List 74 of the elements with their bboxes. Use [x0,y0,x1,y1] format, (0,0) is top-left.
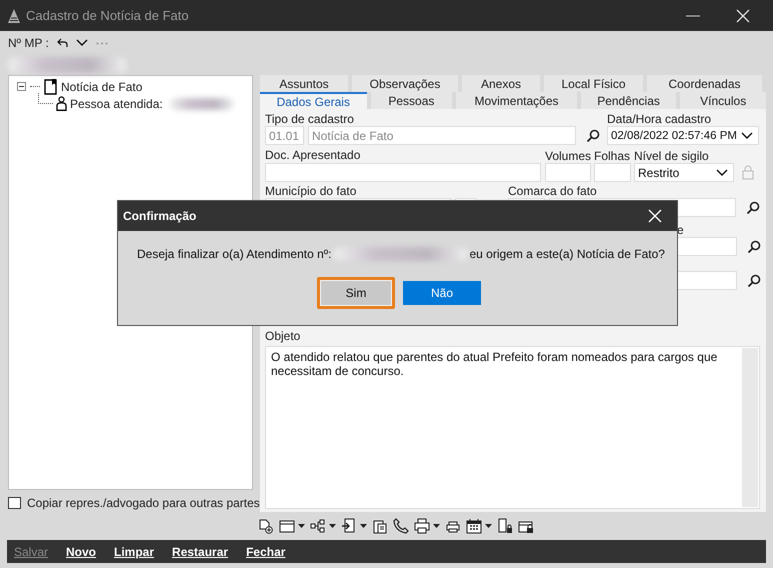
field-label: Nível de sigilo [634,149,710,163]
caret-icon[interactable] [433,524,440,528]
caret-icon[interactable] [485,524,492,528]
hierarchy-icon[interactable] [310,518,326,534]
field-label: Comarca do fato [508,184,598,198]
date-dropdown[interactable]: 02/08/2022 02:57:46 PM [607,126,759,145]
undo-icon[interactable] [56,38,68,48]
caret-icon[interactable] [298,524,305,528]
printer-icon[interactable] [414,518,430,534]
dialog-button[interactable]: Sim [317,277,395,309]
field-label: Doc. Apresentado [265,148,362,162]
field-label: Data/Hora cadastro [607,112,712,126]
document-arrow-icon[interactable] [341,518,357,534]
dialog-message: eu origem a este(a) Notícia de Fato? [469,247,665,261]
checkbox[interactable] [8,497,21,509]
blurred-text [170,98,234,110]
search-icon[interactable] [747,274,761,288]
field-label: Folhas [594,149,632,163]
dialog-button[interactable]: Não [403,281,481,305]
text-area-value: O atendido relatou que parentes do atual Prefeito foram nomeados para cargos que necessitam de concurso. [270,349,718,380]
dialog-message: Deseja finalizar o(a) Atendimento nº: [137,247,332,261]
tab[interactable]: Observações [352,75,458,92]
action-button[interactable]: Limpar [114,544,154,558]
caret-icon[interactable] [329,524,336,528]
tab[interactable]: Vínculos [680,92,766,109]
window-title: Cadastro de Notícia de Fato [26,8,190,23]
secrecy-dropdown[interactable]: Restrito [634,163,734,182]
text-area[interactable]: O atendido relatou que parentes do atual Prefeito foram nomeados para cargos que necessitam de concurso. [265,346,760,509]
calendar-icon[interactable] [466,518,482,534]
lock-icon [742,165,754,180]
action-button[interactable]: Fechar [246,544,286,558]
tab[interactable]: Pessoas [370,92,452,109]
tab[interactable]: Local Físico [544,75,643,92]
tab[interactable]: Dados Gerais [260,92,367,110]
input-field[interactable] [265,163,541,182]
field-label: Objeto [265,329,302,343]
tab[interactable]: Assuntos [260,75,348,92]
action-button[interactable]: Novo [66,544,96,558]
phone-icon[interactable] [393,518,409,534]
collapse-toggle-icon[interactable] [17,82,26,91]
document-lock-icon[interactable] [497,518,513,534]
tree-item[interactable]: Pessoa atendida: [70,96,163,110]
search-icon[interactable] [746,200,760,214]
tree-item[interactable]: Notícia de Fato [61,80,142,94]
caret-icon[interactable] [360,524,367,528]
folder-icon[interactable] [279,518,295,534]
field-label: Município do fato [265,184,358,198]
app-logo-icon [8,8,20,22]
input-field[interactable] [594,163,631,182]
document-icon [44,78,57,94]
tab[interactable]: Anexos [462,75,540,92]
code-field[interactable]: 01.01 [265,126,304,145]
document-plus-icon[interactable] [258,518,274,534]
tab[interactable]: Pendências [580,92,676,109]
minimize-icon[interactable] [686,14,700,16]
chevron-down-icon[interactable] [76,39,88,47]
field-label: Volumes [545,149,592,163]
clipboard-icon[interactable] [372,518,388,534]
search-icon[interactable] [586,128,600,142]
input-field[interactable] [545,163,591,182]
close-icon[interactable] [736,8,750,22]
checkbox-label[interactable]: Copiar repres./advogado para outras partes [27,496,260,510]
action-button[interactable]: Restaurar [172,544,228,558]
tab[interactable]: Coordenadas [647,75,762,92]
person-icon [56,96,67,111]
type-field[interactable]: Notícia de Fato [308,126,576,145]
field-label: Tipo de cadastro [265,112,355,126]
chevron-down-icon[interactable] [741,132,753,140]
mp-label: Nº MP : [8,36,49,50]
search-icon[interactable] [747,240,761,254]
chevron-down-icon[interactable] [716,168,728,176]
scrollbar[interactable] [742,348,758,507]
tab[interactable]: Movimentações [456,92,577,109]
dialog-title: Confirmação [123,209,198,223]
